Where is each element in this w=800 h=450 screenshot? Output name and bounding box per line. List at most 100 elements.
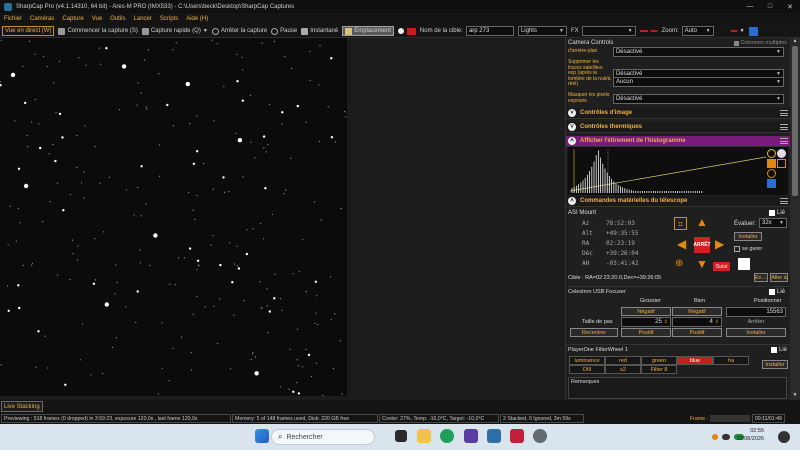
menu-icon[interactable] — [780, 110, 788, 116]
stop-capture-button[interactable]: Arrêter la capture — [211, 27, 267, 35]
tracking-button[interactable]: Suivi — [713, 262, 730, 271]
mount-stop-button[interactable]: ARRÊT — [693, 237, 711, 253]
menu-capture[interactable]: Capture — [62, 16, 83, 22]
quick-capture-button[interactable]: Capture rapide (Q) ▼ — [141, 27, 208, 35]
filter-button[interactable]: ha — [713, 356, 749, 365]
image-icon[interactable] — [406, 27, 416, 35]
menu-icon[interactable] — [780, 124, 788, 130]
position-field[interactable]: 15563 — [726, 307, 786, 317]
menu-launch[interactable]: Lancer — [134, 16, 152, 22]
filter-button[interactable]: green — [641, 356, 677, 365]
system-clock[interactable]: 02:55 12/08/2026 — [736, 427, 764, 443]
task-view-icon[interactable] — [395, 430, 407, 442]
sharpcap-taskbar-icon[interactable] — [533, 429, 547, 443]
menu-icon[interactable] — [780, 138, 788, 144]
placement-button[interactable]: Emplacement — [342, 26, 394, 36]
background-select[interactable]: Désactivé ▼ — [612, 47, 784, 57]
filter-button[interactable]: s2 — [605, 365, 641, 374]
panel-scrollbar[interactable]: ▲ ▼ — [790, 38, 800, 400]
stop-focuser-button[interactable]: Arrêter — [726, 317, 786, 326]
taskbar-search[interactable]: ⌕ Rechercher — [271, 429, 375, 445]
filter-button[interactable]: red — [605, 356, 641, 365]
spiral-search-icon[interactable]: ⌗ — [674, 217, 687, 230]
scroll-down-icon[interactable]: ▼ — [790, 392, 800, 400]
stepper-icon[interactable]: ⇕ — [715, 319, 719, 325]
arrow-up-button[interactable]: ▲ — [696, 216, 708, 228]
bolt-icon[interactable] — [767, 159, 776, 168]
menu-icon[interactable] — [780, 198, 788, 204]
goto-button[interactable]: Aller à — [770, 273, 788, 282]
save-icon[interactable] — [767, 179, 776, 188]
mount-install-button[interactable]: Installer — [734, 232, 762, 241]
target-icon[interactable]: ⊕ — [675, 258, 683, 270]
live-image[interactable] — [0, 38, 347, 396]
browser-icon[interactable] — [440, 429, 454, 443]
menu-help[interactable]: Aide (H) — [186, 16, 208, 22]
image-viewport[interactable] — [0, 38, 565, 400]
network-icon[interactable] — [722, 434, 730, 440]
focuser-linked-toggle[interactable]: Lié — [768, 289, 785, 295]
menu-cameras[interactable]: Caméras — [30, 16, 54, 22]
file-explorer-icon[interactable] — [417, 429, 431, 443]
multi-column-toggle[interactable]: Colonnes multiples — [733, 40, 787, 46]
selection-icon[interactable] — [639, 30, 648, 32]
stepper-icon[interactable]: ⇕ — [664, 319, 668, 325]
fx-select[interactable]: ▼ — [581, 26, 636, 36]
chevron-down-icon[interactable]: ▼ — [203, 28, 208, 34]
contrast-icon[interactable] — [777, 149, 786, 158]
reset-icon[interactable] — [777, 159, 786, 168]
arrow-down-button[interactable]: ▼ — [696, 258, 708, 270]
telescope-header[interactable]: ˄ Commandes matérielles du télescope — [566, 196, 790, 207]
chevron-down-icon[interactable]: ▼ — [740, 28, 745, 34]
thermal-controls-header[interactable]: ˅ Contrôles thermiques — [566, 122, 790, 133]
hot-pixels-select[interactable]: Désactivé ▼ — [612, 93, 784, 104]
store-icon[interactable] — [464, 429, 478, 443]
warning-icon[interactable] — [712, 434, 718, 440]
app-icon[interactable] — [510, 429, 524, 443]
coarse-step-input[interactable]: 25 ⇕ — [621, 317, 671, 327]
mount-linked-toggle[interactable]: Lié — [768, 210, 785, 216]
histogram-header[interactable]: ˄ Afficher l'étirement de l'histogramme — [566, 136, 790, 147]
snapshot-button[interactable]: Instantané — [301, 27, 338, 35]
filterwheel-install-button[interactable]: Installer — [762, 360, 788, 369]
image-controls-header[interactable]: ˅ Contrôles d'image — [566, 108, 790, 119]
start-capture-button[interactable]: Commencer la capture (S) — [58, 27, 138, 35]
filterwheel-linked-toggle[interactable]: Lié — [770, 347, 787, 353]
notification-icon[interactable] — [778, 431, 790, 443]
remarks-box[interactable]: Remarques — [568, 377, 787, 399]
scroll-up-icon[interactable]: ▲ — [790, 38, 800, 46]
coarse-negative-button[interactable]: Négatif — [621, 307, 671, 316]
histogram-display[interactable] — [568, 147, 788, 195]
reticle-icon[interactable] — [649, 30, 658, 32]
settings-icon[interactable] — [748, 26, 758, 36]
info-icon[interactable] — [767, 149, 776, 158]
fine-step-input[interactable]: 4 ⇕ — [672, 317, 722, 327]
live-stacking-tab[interactable]: Live Stacking — [1, 401, 43, 412]
refresh-icon[interactable] — [767, 169, 776, 178]
scrollbar-thumb[interactable] — [792, 46, 798, 196]
fine-positive-button[interactable]: Positif — [672, 328, 722, 337]
filter-button[interactable]: OIII — [569, 365, 605, 374]
windows-start-icon[interactable] — [255, 429, 269, 443]
menu-file[interactable]: Fichier — [4, 16, 22, 22]
frame-type-select[interactable]: Lights ▼ — [517, 26, 567, 36]
close-button[interactable]: ✕ — [780, 0, 800, 13]
arrow-left-button[interactable]: ◀ — [677, 238, 686, 250]
menu-view[interactable]: Vue — [92, 16, 102, 22]
color-icon[interactable] — [729, 30, 738, 32]
focuser-install-button[interactable]: Installer — [726, 328, 786, 337]
minimize-button[interactable]: — — [740, 0, 760, 13]
park-toggle[interactable]: se garer — [734, 246, 762, 252]
fine-negative-button[interactable]: Négatif — [672, 307, 722, 316]
live-view-button[interactable]: Vue en direct (W) — [2, 26, 55, 36]
target-name-input[interactable]: arp 273 — [465, 26, 514, 36]
recenter-button[interactable]: Recentrer — [570, 328, 618, 337]
filter-button[interactable]: luminance — [569, 356, 605, 365]
filter-button[interactable]: Filter 8 — [641, 365, 677, 374]
star-alignment-icon[interactable] — [738, 258, 750, 270]
maximize-button[interactable]: □ — [760, 0, 780, 13]
app-icon[interactable] — [487, 429, 501, 443]
coarse-positive-button[interactable]: Positif — [621, 328, 671, 337]
filter-button-selected[interactable]: blue — [677, 356, 713, 365]
option-select[interactable]: Aucun ▼ — [612, 77, 784, 87]
